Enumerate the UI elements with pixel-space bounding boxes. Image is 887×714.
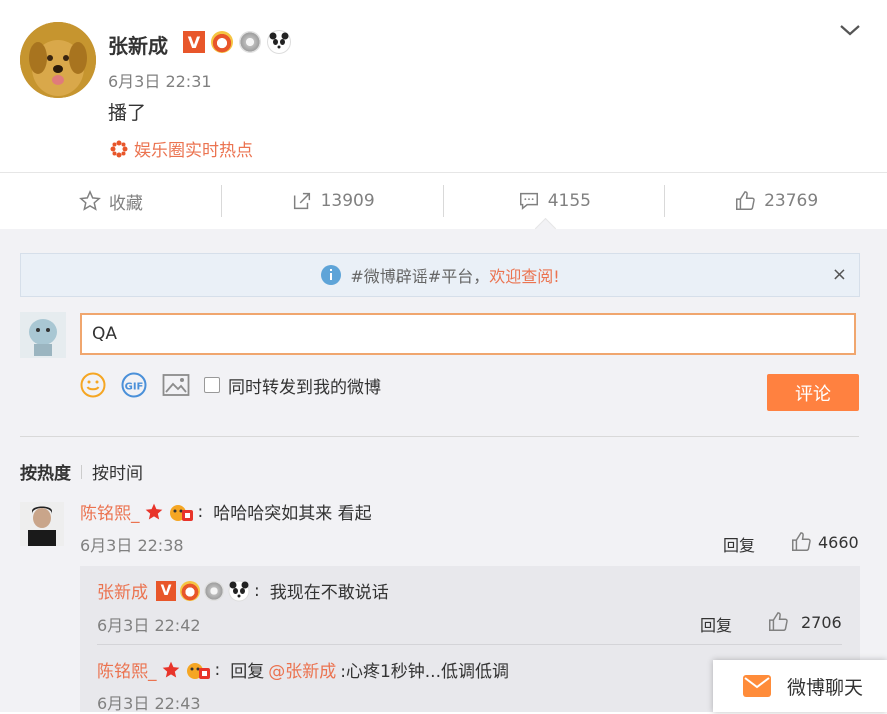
post-time[interactable]: 6月3日 22:31 [108,68,212,92]
fan-badge-icon[interactable] [168,501,194,523]
comment-avatar[interactable] [20,502,64,546]
reply-divider [97,644,842,645]
post-content: 播了 [108,102,147,124]
comment-author[interactable]: 陈铭熙_ [80,499,140,524]
share-icon [293,192,310,210]
panda-badge-icon[interactable] [267,30,291,54]
comment-time: 6月3日 22:38 [80,536,184,555]
reply-time: 6月3日 22:42 [97,616,201,635]
weibo-eye-badge-icon[interactable] [211,31,233,53]
composer-tools: GIF 同时转发到我的微博 [80,372,381,398]
verified-badge[interactable]: V [156,580,176,601]
gif-icon[interactable]: GIF [120,372,148,398]
comment-input[interactable]: QA [80,313,856,355]
flower-icon [110,140,128,157]
medal-badge-icon[interactable] [239,31,261,53]
topic-link[interactable]: 娱乐圈实时热点 [110,136,253,161]
like-button[interactable]: 23769 [665,173,887,229]
repost-button[interactable]: 13909 [222,173,444,229]
chat-label: 微博聊天 [787,676,864,699]
author-avatar[interactable] [20,22,96,98]
comment-line: 陈铭熙_ : 哈哈哈突如其来 看起 [80,499,372,525]
my-avatar[interactable] [20,312,66,358]
red-star-icon[interactable] [161,660,181,680]
reply-time: 6月3日 22:43 [97,694,201,713]
author-name[interactable]: 张新成 [108,30,168,59]
reply-author[interactable]: 张新成 [97,578,148,603]
emoji-icon[interactable] [80,372,106,398]
tab-sort-hot[interactable]: 按热度 [20,459,71,484]
submit-comment-button[interactable]: 评论 [767,374,859,411]
notice-prefix[interactable]: #微博辟谣#平台， [350,263,489,287]
action-bar: 收藏 13909 4155 23769 [0,172,887,230]
comment-like-button[interactable]: 4660 [790,531,859,553]
reply-author[interactable]: 陈铭熙_ [97,657,157,682]
weibo-eye-badge-icon[interactable] [180,580,200,601]
sort-separator [81,464,82,479]
reply-line: 陈铭熙_ : 回复 @张新成:心疼1秒钟...低调低调 [97,657,509,683]
star-outline-icon [78,190,101,211]
reply-text: :心疼1秒钟...低调低调 [340,662,509,682]
verified-badge[interactable]: V [183,31,205,53]
sync-repost-label[interactable]: 同时转发到我的微博 [228,373,381,398]
comment-icon [519,192,538,210]
reply-line: 张新成 V : 我现在不敢说话 [97,578,389,603]
panda-badge-icon[interactable] [228,580,250,602]
thumbs-up-icon [769,612,788,631]
weibo-chat-button[interactable]: 微博聊天 [713,660,887,712]
image-icon[interactable] [162,373,190,397]
rumor-notice: #微博辟谣#平台， 欢迎查阅! × [20,253,860,297]
comment-text: 哈哈哈突如其来 看起 [213,504,372,524]
sort-tabs: 按热度 按时间 [20,459,143,484]
divider [20,436,859,437]
tab-sort-time[interactable]: 按时间 [92,459,143,484]
sync-repost-checkbox[interactable] [204,377,220,393]
close-icon[interactable]: × [832,264,847,285]
info-icon [321,265,342,285]
reply-text: 我现在不敢说话 [269,583,389,603]
fan-badge-icon[interactable] [185,659,211,681]
chevron-down-icon[interactable] [838,20,862,44]
author-badges: V [183,30,291,54]
medal-badge-icon[interactable] [204,580,224,601]
topic-label: 娱乐圈实时热点 [134,141,253,161]
thumbs-up-icon [736,191,755,210]
notice-link[interactable]: 欢迎查阅! [489,263,559,287]
svg-text:GIF: GIF [125,382,144,393]
favorite-button[interactable]: 收藏 [0,173,222,229]
reply-button[interactable]: 回复 [723,532,755,556]
mail-icon [743,675,771,697]
comment-button[interactable]: 4155 [444,173,666,229]
reply-button[interactable]: 回复 [700,612,732,636]
thumbs-up-icon [792,532,811,551]
reply-like-button[interactable]: 2706 [767,611,842,633]
mention-link[interactable]: @张新成 [268,657,336,682]
red-star-icon[interactable] [144,502,164,522]
